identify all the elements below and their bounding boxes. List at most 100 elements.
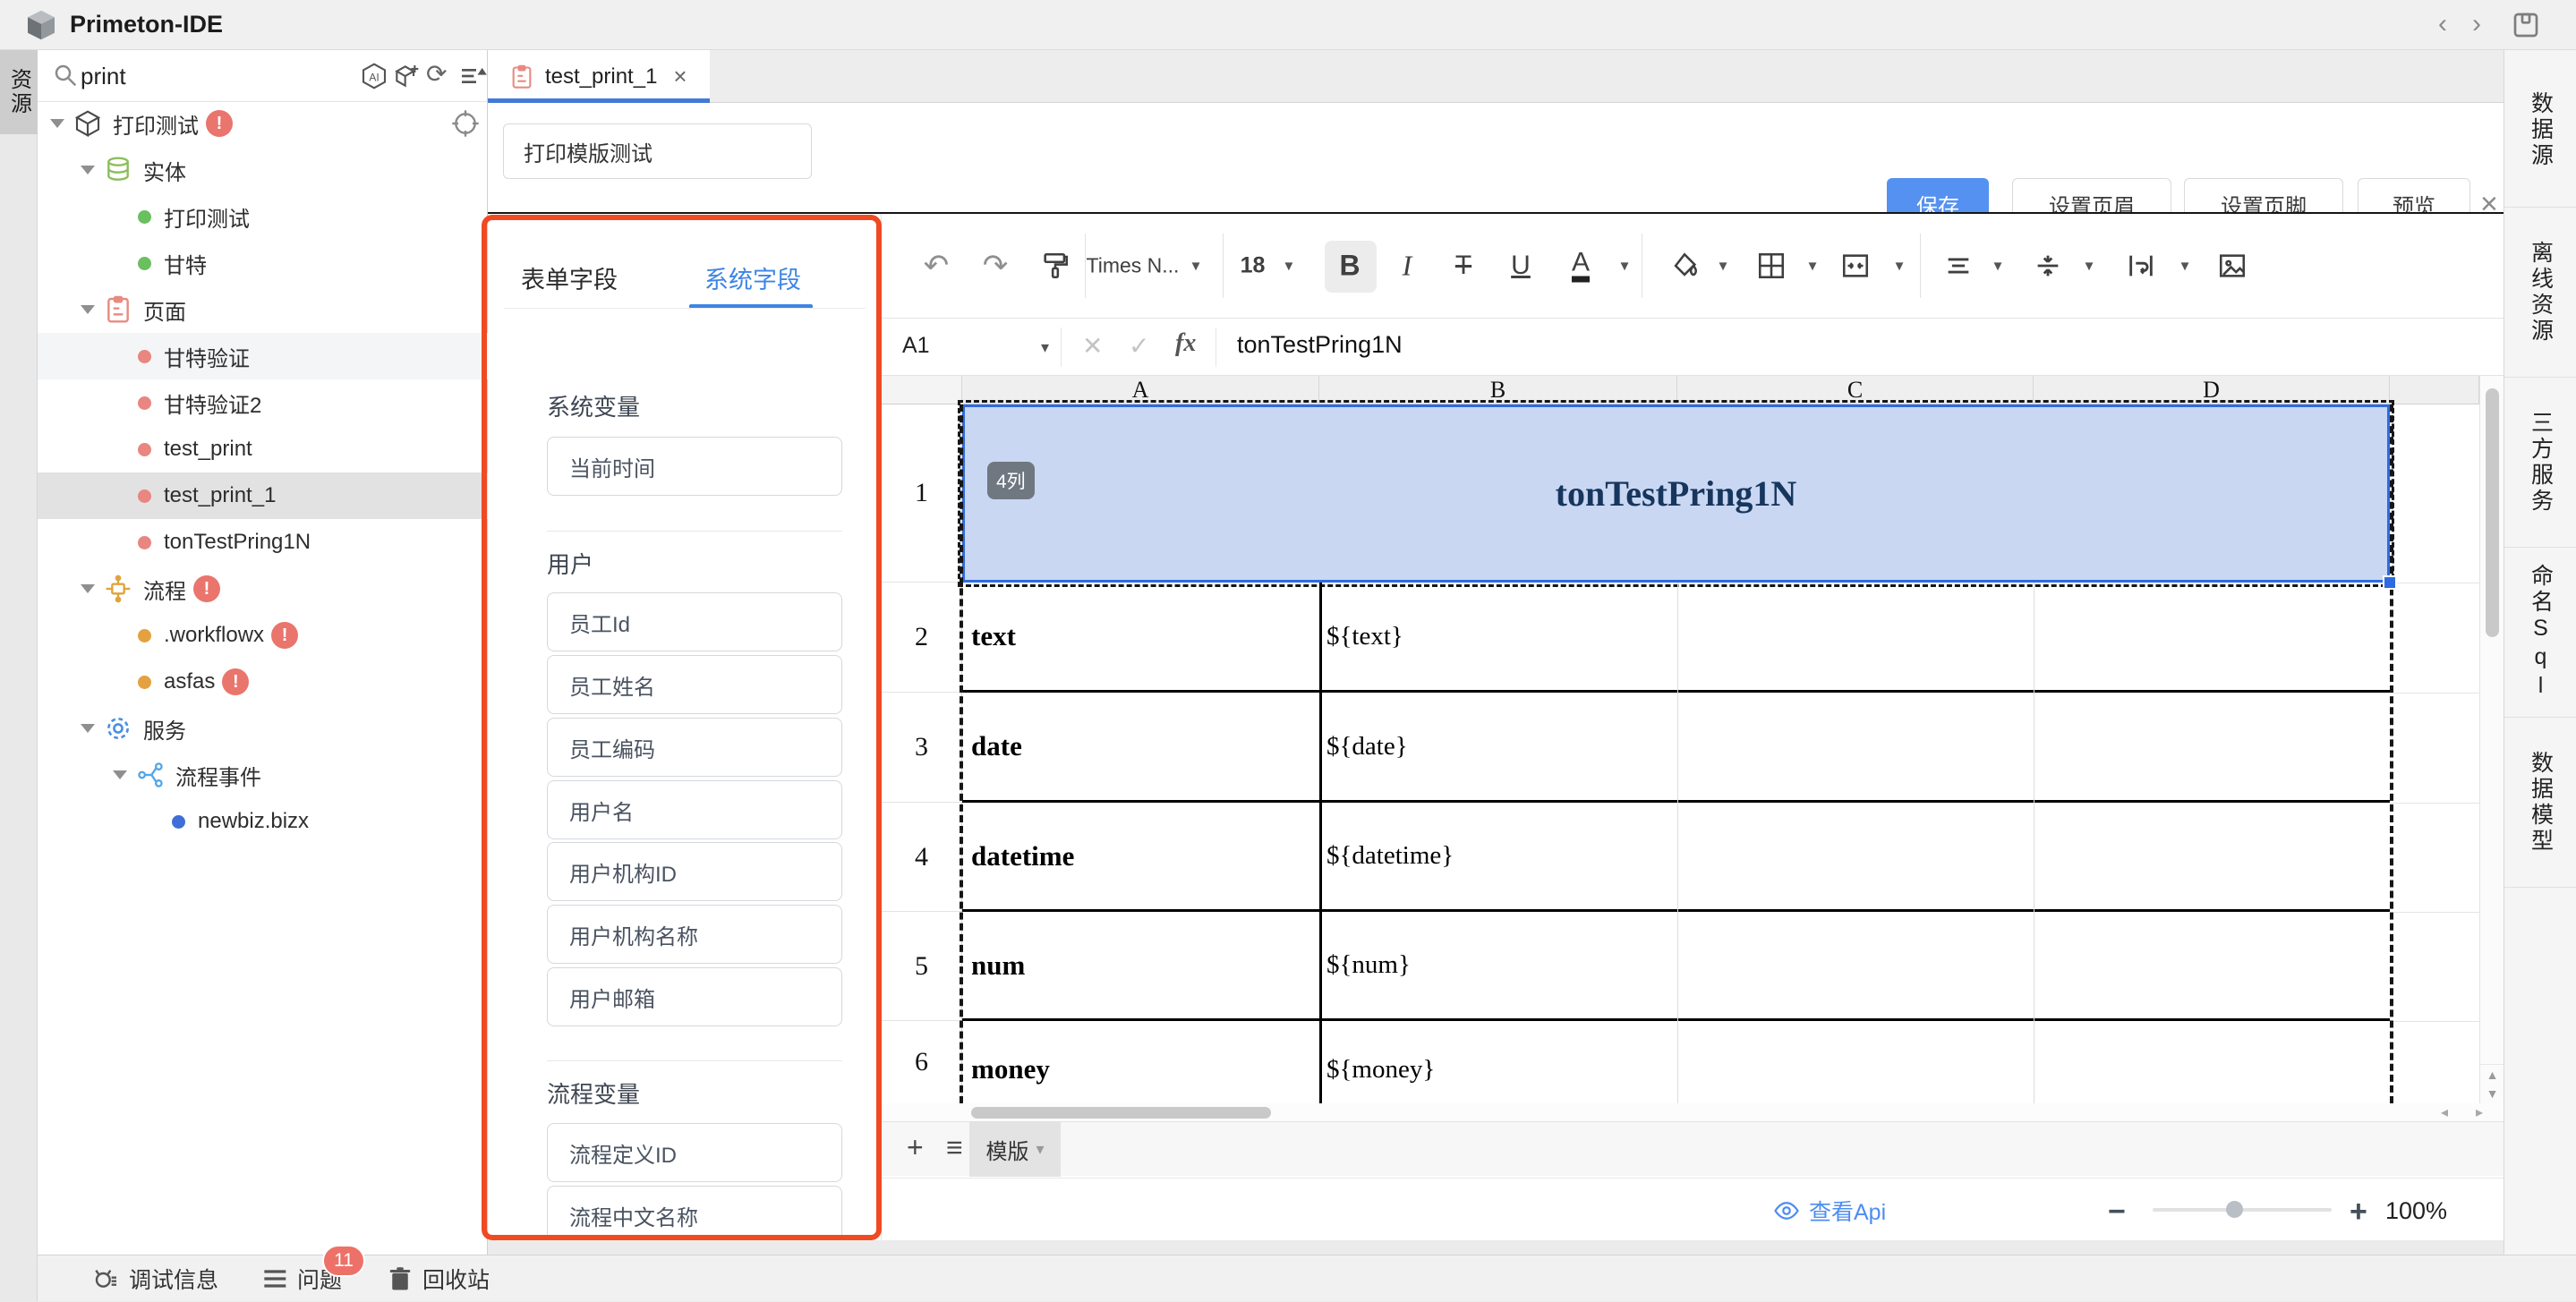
fx-icon[interactable]: fx [1175, 329, 1196, 358]
sheet-tab-template[interactable]: 模版 ▾ [969, 1122, 1061, 1177]
tree-item-page-selected[interactable]: test_print_1 [38, 472, 488, 519]
scroll-left-button[interactable]: ◂ [2433, 1103, 2456, 1121]
sheet-list-icon[interactable]: ≡ [946, 1131, 963, 1164]
tab-form-fields[interactable]: 表单字段 [521, 260, 618, 295]
row-header-3[interactable]: 3 [882, 693, 962, 803]
tree-item-page[interactable]: tonTestPring1N [38, 519, 488, 566]
tree-item-entity[interactable]: 甘特 [38, 240, 488, 286]
tree-item-services[interactable]: 服务 [38, 705, 488, 752]
field-chip[interactable]: 当前时间 [547, 437, 842, 496]
sheet-tab-caret[interactable]: ▾ [1036, 1140, 1044, 1159]
template-name-input[interactable] [503, 123, 812, 179]
bold-button[interactable]: B [1339, 250, 1360, 283]
name-box-caret[interactable]: ▾ [1041, 338, 1049, 357]
borders-icon[interactable] [1756, 251, 1787, 281]
expand-arrow-icon[interactable] [81, 724, 95, 733]
column-header-a[interactable]: A [962, 376, 1319, 404]
undo-icon[interactable]: ↶ [924, 248, 950, 284]
field-chip[interactable]: 流程中文名称 [547, 1186, 842, 1240]
tree-item-pages[interactable]: 页面 [38, 286, 488, 333]
right-tab-data-model[interactable]: 数据模型 [2504, 718, 2576, 888]
italic-button[interactable]: I [1403, 250, 1412, 283]
font-family-select[interactable]: Times N...▾ [1087, 254, 1200, 278]
vertical-scrollbar[interactable]: ▲ ▼ [2479, 376, 2503, 1103]
right-tab-offline-resources[interactable]: 离线资源 [2504, 208, 2576, 378]
horizontal-scrollbar-thumb[interactable] [971, 1107, 1271, 1119]
tree-item-workflows[interactable]: 流程 ! [38, 566, 488, 612]
tree-item-page[interactable]: 甘特验证2 [38, 379, 488, 426]
strikethrough-button[interactable]: T [1455, 251, 1471, 281]
vertical-align-caret[interactable]: ▾ [2085, 257, 2093, 276]
right-tab-named-sql[interactable]: 命名Sql [2504, 548, 2576, 718]
merge-cells-caret[interactable]: ▾ [1895, 257, 1903, 276]
fill-color-caret[interactable]: ▾ [1719, 257, 1727, 276]
underline-button[interactable]: U [1511, 251, 1531, 281]
tab-system-fields[interactable]: 系统字段 [704, 260, 801, 295]
save-all-icon[interactable] [2512, 11, 2540, 39]
zoom-in-icon[interactable]: + [2350, 1195, 2367, 1230]
column-header-d[interactable]: D [2034, 376, 2390, 404]
recycle-bin-button[interactable]: 回收站 [387, 1255, 490, 1302]
tree-item-workflow[interactable]: asfas ! [38, 659, 488, 705]
text-wrap-icon[interactable] [2126, 251, 2156, 281]
cancel-entry-icon[interactable]: ✕ [1082, 331, 1103, 361]
search-input[interactable] [81, 61, 295, 91]
font-color-caret[interactable]: ▾ [1620, 257, 1628, 276]
sort-list-icon[interactable] [458, 62, 487, 90]
add-sheet-icon[interactable]: + [907, 1131, 924, 1164]
name-box[interactable]: A1 [902, 333, 930, 359]
vertical-align-icon[interactable] [2033, 251, 2063, 281]
refresh-icon[interactable]: ⟳ [426, 59, 447, 89]
font-size-select[interactable]: 18▾ [1241, 253, 1293, 279]
field-chip[interactable]: 用户名 [547, 780, 842, 839]
selection-fill-handle[interactable] [2383, 575, 2397, 590]
font-color-button[interactable]: A [1572, 250, 1590, 283]
expand-arrow-icon[interactable] [81, 584, 95, 593]
field-chip[interactable]: 流程定义ID [547, 1123, 842, 1182]
column-header-partial[interactable] [2390, 376, 2479, 404]
redo-icon[interactable]: ↷ [983, 248, 1009, 284]
row-header-5[interactable]: 5 [882, 912, 962, 1021]
expand-arrow-icon[interactable] [81, 305, 95, 314]
tree-item-bizx[interactable]: newbiz.bizx [38, 798, 488, 845]
field-chip[interactable]: 员工编码 [547, 718, 842, 777]
format-painter-icon[interactable] [1040, 251, 1070, 281]
right-tab-datasource[interactable]: 数据源 [2504, 54, 2576, 208]
expand-arrow-icon[interactable] [50, 119, 64, 128]
merge-cells-icon[interactable] [1840, 251, 1871, 281]
table-row[interactable]: date${date} [962, 693, 2390, 803]
field-chip[interactable]: 员工姓名 [547, 655, 842, 714]
column-header-b[interactable]: B [1319, 376, 1677, 404]
new-package-icon[interactable] [392, 62, 421, 90]
row-header-6[interactable]: 6 [882, 1021, 962, 1103]
scroll-right-button[interactable]: ▸ [2468, 1103, 2491, 1121]
insert-image-icon[interactable] [2217, 251, 2248, 281]
tree-item-workflow-events[interactable]: 流程事件 [38, 752, 488, 798]
ai-assistant-icon[interactable]: AI [360, 62, 388, 90]
fill-color-icon[interactable] [1669, 251, 1700, 281]
horizontal-scrollbar[interactable]: ◂ ▸ [882, 1103, 2503, 1121]
strip-tab-resources[interactable]: 资源 [0, 50, 38, 134]
tree-item-page[interactable]: 甘特验证 [38, 333, 488, 379]
tree-item-entities[interactable]: 实体 [38, 147, 488, 193]
expand-arrow-icon[interactable] [81, 166, 95, 174]
locate-icon[interactable] [451, 109, 480, 138]
table-row[interactable]: num${num} [962, 912, 2390, 1021]
tree-item-page[interactable]: test_print [38, 426, 488, 472]
table-row[interactable]: text${text} [962, 583, 2390, 693]
nav-back-icon[interactable]: ‹ [2438, 11, 2447, 38]
nav-forward-icon[interactable]: › [2472, 11, 2481, 38]
scroll-up-button[interactable]: ▲ [2480, 1064, 2503, 1084]
scroll-down-button[interactable]: ▼ [2480, 1084, 2503, 1103]
horizontal-align-caret[interactable]: ▾ [1993, 257, 2001, 276]
text-wrap-caret[interactable]: ▾ [2180, 257, 2188, 276]
merged-title-cell[interactable]: tonTestPring1N [962, 404, 2390, 583]
borders-caret[interactable]: ▾ [1808, 257, 1816, 276]
right-tab-thirdparty-services[interactable]: 三方服务 [2504, 378, 2576, 548]
field-chip[interactable]: 用户机构名称 [547, 905, 842, 964]
zoom-slider-thumb[interactable] [2226, 1201, 2243, 1218]
row-header-1[interactable]: 1 [882, 404, 962, 583]
tree-item-workflow[interactable]: .workflowx ! [38, 612, 488, 659]
vertical-scrollbar-thumb[interactable] [2486, 388, 2499, 637]
tree-item-entity[interactable]: 打印测试 [38, 193, 488, 240]
